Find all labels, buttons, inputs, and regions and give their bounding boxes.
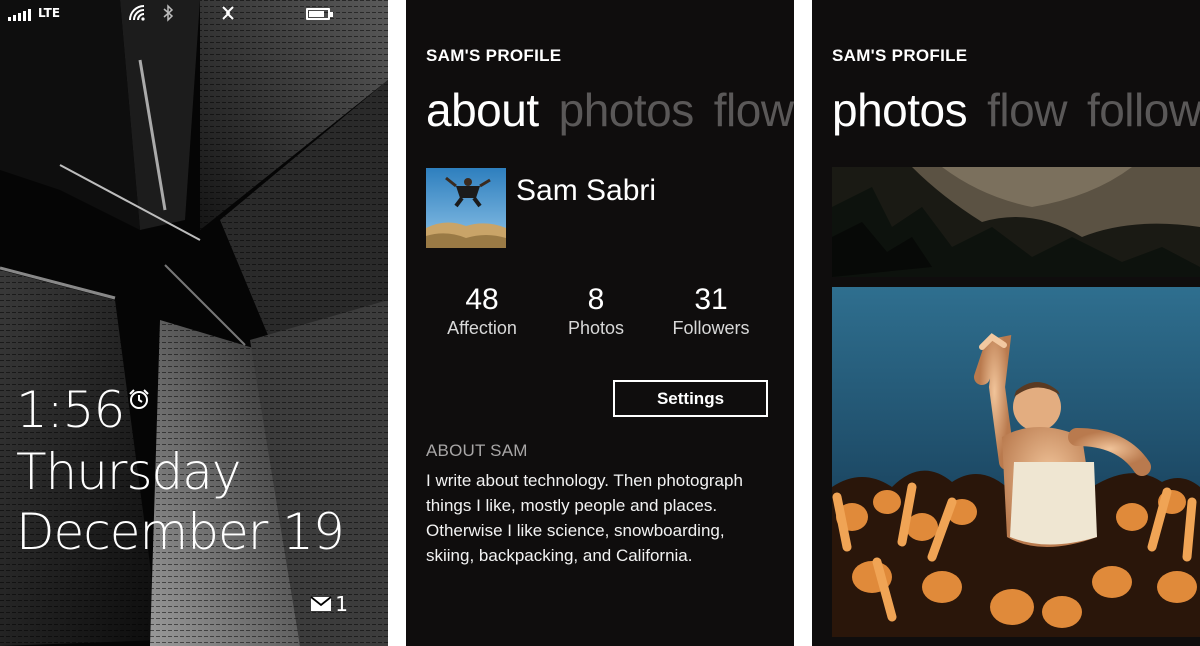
alarm-icon [129,389,149,409]
mail-icon [310,596,332,611]
photo-cliff [832,167,1200,277]
pivot-header: photos flow follow [832,82,1200,138]
lock-time: 1:56 [16,381,125,439]
photo-tile[interactable] [832,287,1200,637]
pivot-item-flow[interactable]: flow [987,84,1067,136]
pivot-header: about photos flow [426,82,794,138]
pivot-item-photos[interactable]: photos [832,84,968,136]
stat-photos[interactable]: 8 Photos [536,282,656,339]
mail-count: 1 [335,592,348,616]
about-heading: ABOUT SAM [426,441,528,460]
lock-day: Thursday [16,443,241,501]
mail-notification: 1 [310,592,348,616]
pivot-item-flow[interactable]: flow [714,84,794,136]
lock-date: December 19 [16,503,345,561]
profile-name: Sam Sabri [516,174,657,207]
avatar[interactable] [426,168,506,248]
network-type: LTE [38,6,61,20]
sync-icon [222,6,234,20]
bluetooth-icon [163,4,174,22]
signal-icon [8,9,31,21]
app-title: SAM'S PROFILE [832,46,968,65]
stat-label: Photos [567,318,625,338]
profile-photos-screen: SAM'S PROFILE photos flow follow [812,0,1200,646]
stat-affection[interactable]: 48 Affection [422,282,542,339]
photo-tile[interactable] [832,167,1200,277]
lock-screen: LTE 1:56 Thursday December 19 1 [0,0,388,646]
photo-crowd-surfer [832,287,1200,637]
stat-followers[interactable]: 31 Followers [651,282,771,339]
stat-label: Followers [672,318,750,338]
stat-value: 8 [587,283,605,316]
stat-value: 31 [694,283,728,316]
lock-time-row: 1:56 [16,380,150,440]
app-title: SAM'S PROFILE [426,46,562,65]
stat-value: 48 [465,283,499,316]
battery-icon [306,8,333,20]
about-text: I write about technology. Then photograp… [426,471,743,565]
pivot-item-about[interactable]: about [426,84,539,136]
status-bar: LTE [0,0,388,30]
avatar-photo [426,168,506,248]
pivot-item-photos[interactable]: photos [559,84,695,136]
profile-about-screen: SAM'S PROFILE about photos flow Sam Sabri … [406,0,794,646]
pivot-item-follow[interactable]: follow [1087,84,1200,136]
stat-label: Affection [447,318,517,338]
wifi-icon [129,5,145,21]
settings-button[interactable]: Settings [613,380,768,417]
